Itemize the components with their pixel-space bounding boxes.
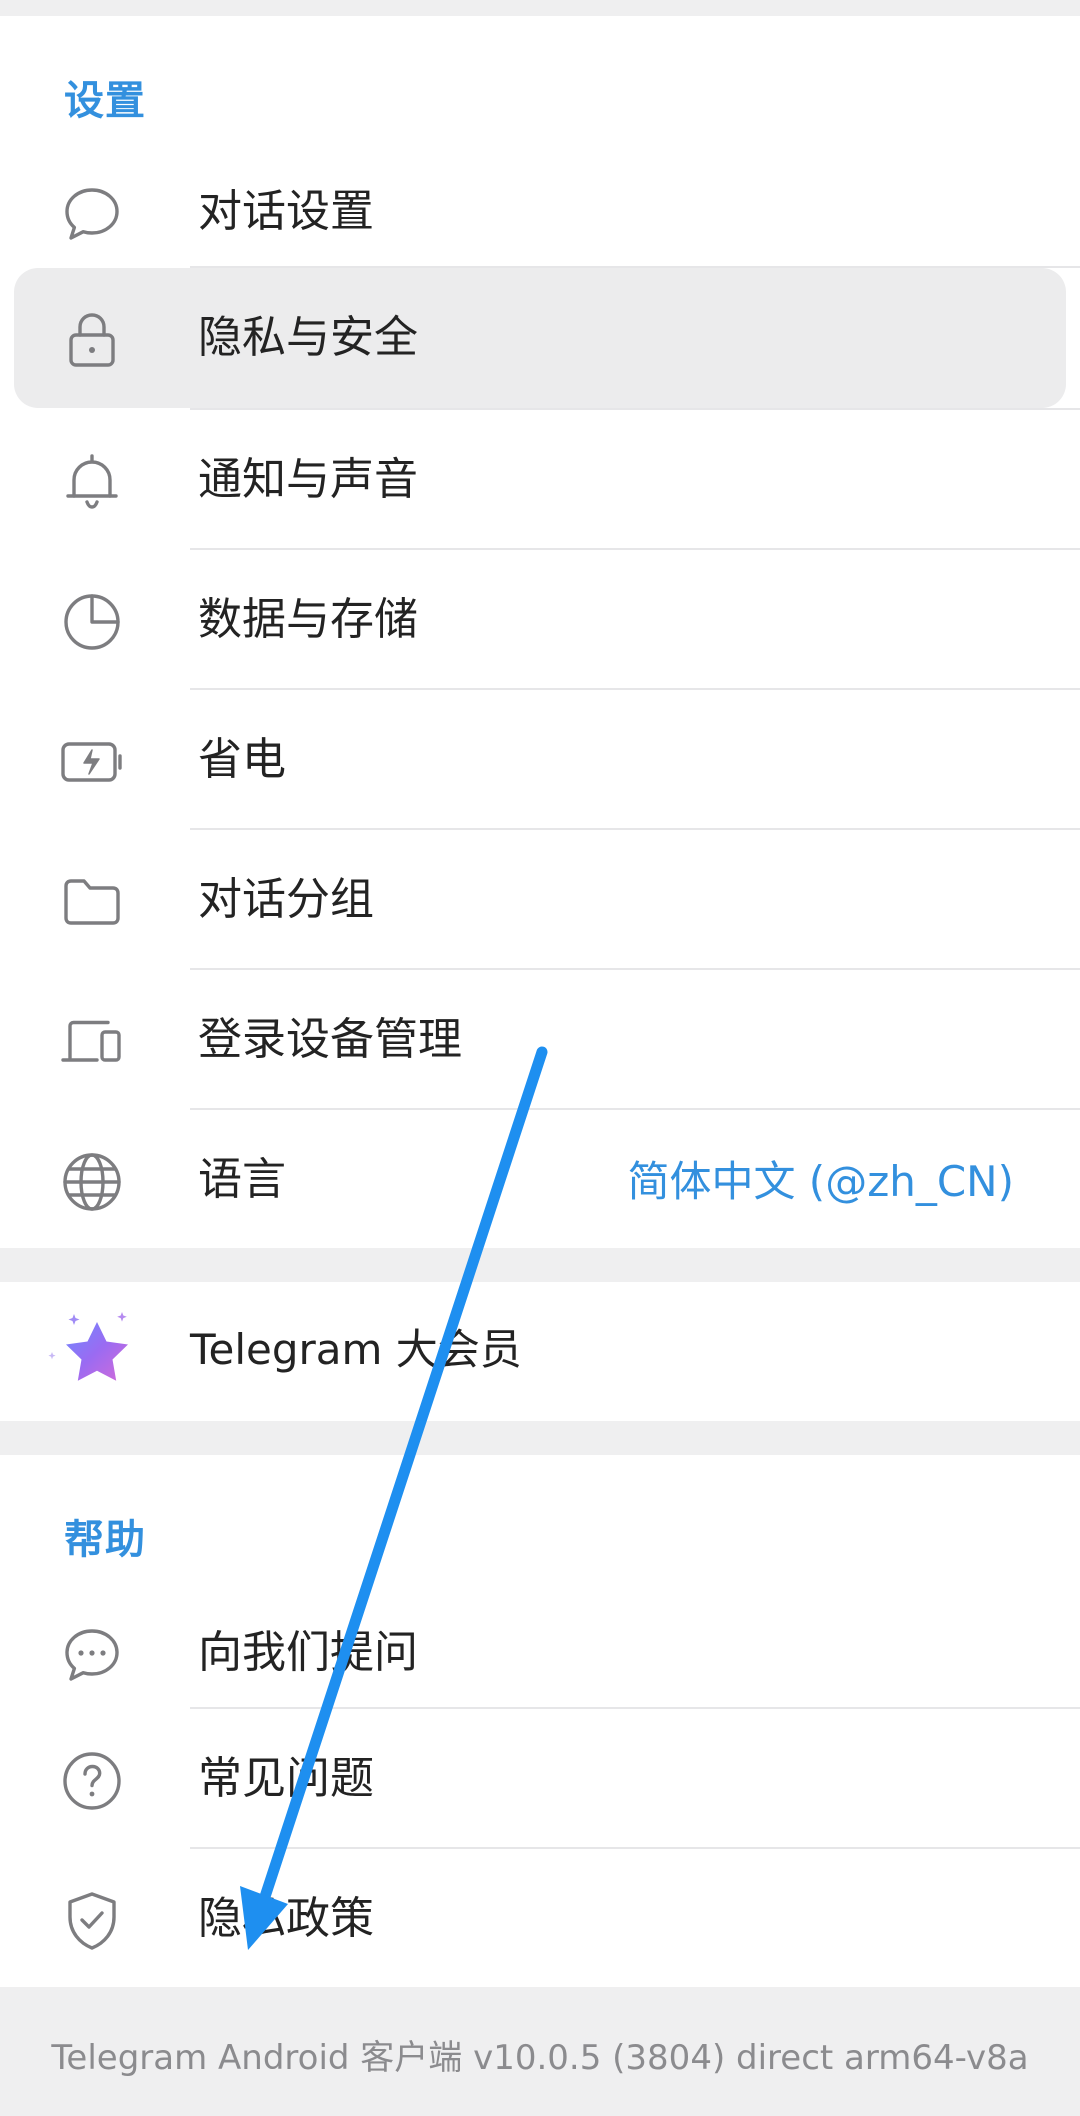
settings-item-label: 隐私与安全 [198, 312, 418, 363]
globe-icon [60, 1150, 124, 1214]
settings-item-devices[interactable]: 登录设备管理 [0, 970, 1080, 1110]
premium-star-icon [44, 1310, 140, 1396]
settings-item-label: 对话设置 [198, 186, 374, 237]
settings-item-data-storage[interactable]: 数据与存储 [0, 550, 1080, 690]
help-item-label: 隐私政策 [198, 1893, 374, 1944]
help-section: 帮助 向我们提问 常见问题 隐私政策 [0, 1455, 1080, 1987]
bell-icon [60, 450, 124, 514]
help-item-label: 常见问题 [198, 1753, 374, 1804]
settings-item-chat-settings[interactable]: 对话设置 [0, 142, 1080, 282]
chat-bubble-icon [60, 182, 124, 246]
help-item-faq[interactable]: 常见问题 [0, 1709, 1080, 1849]
section-title-settings: 设置 [64, 78, 146, 124]
language-value: 简体中文 (@zh_CN) [627, 1157, 1014, 1206]
settings-item-label: 对话分组 [198, 874, 374, 925]
settings-item-label: 登录设备管理 [198, 1014, 462, 1065]
shield-check-icon [60, 1889, 124, 1953]
question-circle-icon [60, 1749, 124, 1813]
settings-screen: 设置 对话设置 隐私与安全 通知与声音 数据与存储 省电 对话分组 登录设备管理… [0, 0, 1080, 2116]
settings-item-language[interactable]: 语言 简体中文 (@zh_CN) [0, 1110, 1080, 1250]
folder-icon [60, 870, 124, 934]
devices-icon [60, 1010, 124, 1074]
help-item-label: 向我们提问 [198, 1627, 418, 1678]
help-item-privacy-policy[interactable]: 隐私政策 [0, 1849, 1080, 1989]
settings-item-label: 省电 [198, 734, 286, 785]
settings-item-privacy-security[interactable]: 隐私与安全 [14, 268, 1066, 408]
chat-dots-icon [60, 1623, 124, 1687]
settings-item-notifications[interactable]: 通知与声音 [0, 410, 1080, 550]
top-spacer [0, 0, 1080, 16]
settings-item-label: 通知与声音 [198, 454, 418, 505]
section-title-help: 帮助 [64, 1517, 146, 1563]
battery-icon [60, 730, 124, 794]
settings-section: 设置 对话设置 隐私与安全 通知与声音 数据与存储 省电 对话分组 登录设备管理… [0, 16, 1080, 1248]
settings-item-label: 数据与存储 [198, 594, 418, 645]
app-version-footer: Telegram Android 客户端 v10.0.5 (3804) dire… [51, 2038, 1029, 2078]
pie-chart-icon [60, 590, 124, 654]
settings-item-power-saving[interactable]: 省电 [0, 690, 1080, 830]
help-item-ask-question[interactable]: 向我们提问 [0, 1583, 1080, 1723]
lock-icon [60, 308, 124, 372]
premium-section[interactable]: Telegram 大会员 [0, 1282, 1080, 1421]
settings-item-label: 语言 [198, 1154, 286, 1205]
settings-item-chat-folders[interactable]: 对话分组 [0, 830, 1080, 970]
premium-label: Telegram 大会员 [190, 1325, 522, 1374]
